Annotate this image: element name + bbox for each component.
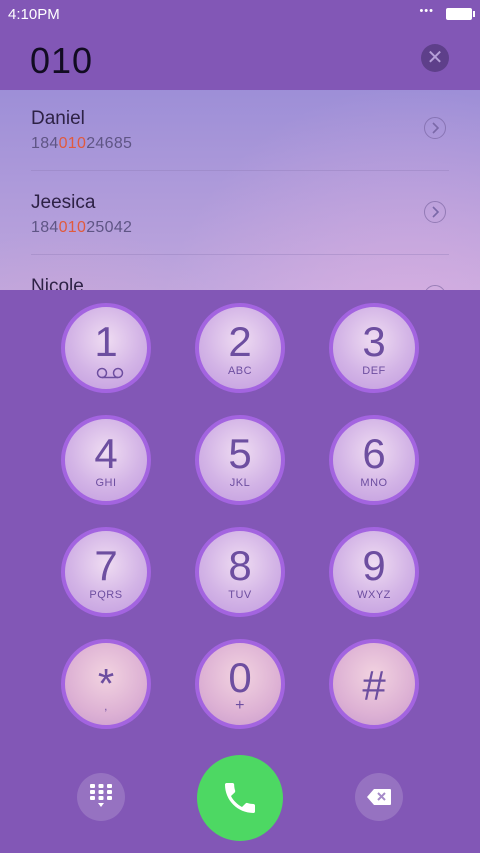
key-4[interactable]: 4 GHI [61, 415, 151, 505]
key-7[interactable]: 7 PQRS [61, 527, 151, 617]
number-suffix: 24685 [86, 135, 133, 152]
key-digit: 2 [228, 318, 252, 365]
key-hash[interactable]: # [329, 639, 419, 729]
call-button[interactable] [197, 755, 283, 841]
key-digit: # [362, 662, 386, 709]
key-letters: , [104, 701, 108, 713]
divider [31, 254, 449, 255]
key-star[interactable]: * , [61, 639, 151, 729]
key-2[interactable]: 2 ABC [195, 303, 285, 393]
contact-number: 18401025042 [31, 219, 132, 237]
close-icon[interactable]: ✕ [421, 44, 449, 72]
key-letters: GHI [95, 477, 117, 489]
contact-number: 18401024685 [31, 135, 132, 153]
key-letters: DEF [362, 365, 386, 377]
chevron-right-icon[interactable] [424, 117, 446, 139]
voicemail-icon [96, 367, 124, 379]
key-5[interactable]: 5 JKL [195, 415, 285, 505]
key-letters: JKL [229, 477, 251, 489]
list-item[interactable]: Nicole [0, 258, 480, 290]
key-letters: MNO [360, 477, 388, 489]
divider [31, 170, 449, 171]
status-bar: 4:10PM ••• [0, 0, 480, 28]
key-6[interactable]: 6 MNO [329, 415, 419, 505]
key-letters: PQRS [89, 589, 123, 601]
key-digit: 4 [94, 430, 118, 477]
list-item[interactable]: Jeesica 18401025042 [0, 174, 480, 258]
key-0[interactable]: 0 + [195, 639, 285, 729]
key-letters: + [235, 697, 245, 714]
dialpad-icon [90, 784, 112, 807]
dialed-number[interactable]: 010 [30, 40, 93, 82]
key-8[interactable]: 8 TUV [195, 527, 285, 617]
dialpad-button[interactable] [77, 773, 125, 821]
key-1[interactable]: 1 [61, 303, 151, 393]
key-digit: 1 [94, 318, 118, 365]
contact-name: Daniel [31, 108, 85, 129]
key-digit: 3 [362, 318, 386, 365]
number-match: 010 [58, 135, 87, 152]
battery-icon [446, 8, 475, 20]
number-prefix: 184 [31, 135, 59, 152]
key-digit: 8 [228, 542, 252, 589]
keypad-panel: 1 2 ABC 3 DEF 4 GHI 5 JKL 6 MNO 7 PQRS 8… [0, 290, 480, 853]
status-time: 4:10PM [8, 6, 60, 23]
backspace-icon [367, 789, 391, 805]
signal-dots-icon: ••• [419, 5, 434, 17]
number-suffix: 25042 [86, 219, 133, 236]
key-digit: 5 [228, 430, 252, 477]
key-digit: 0 [228, 654, 252, 701]
key-digit: 9 [362, 542, 386, 589]
key-digit: 6 [362, 430, 386, 477]
key-9[interactable]: 9 WXYZ [329, 527, 419, 617]
key-letters: TUV [228, 589, 252, 601]
dial-input-bar: 010 ✕ [0, 28, 480, 90]
phone-icon [225, 783, 255, 813]
list-item[interactable]: Daniel 18401024685 [0, 90, 480, 174]
number-prefix: 184 [31, 219, 59, 236]
chevron-right-icon[interactable] [424, 201, 446, 223]
key-digit: * [97, 660, 115, 707]
backspace-button[interactable] [355, 773, 403, 821]
contact-results-list: Daniel 18401024685 Jeesica 18401025042 N… [0, 90, 480, 290]
key-digit: 7 [94, 542, 118, 589]
number-match: 010 [58, 219, 87, 236]
key-letters: ABC [227, 365, 253, 377]
contact-name: Jeesica [31, 192, 96, 213]
contact-name: Nicole [31, 276, 84, 290]
key-letters: WXYZ [357, 589, 391, 601]
key-3[interactable]: 3 DEF [329, 303, 419, 393]
